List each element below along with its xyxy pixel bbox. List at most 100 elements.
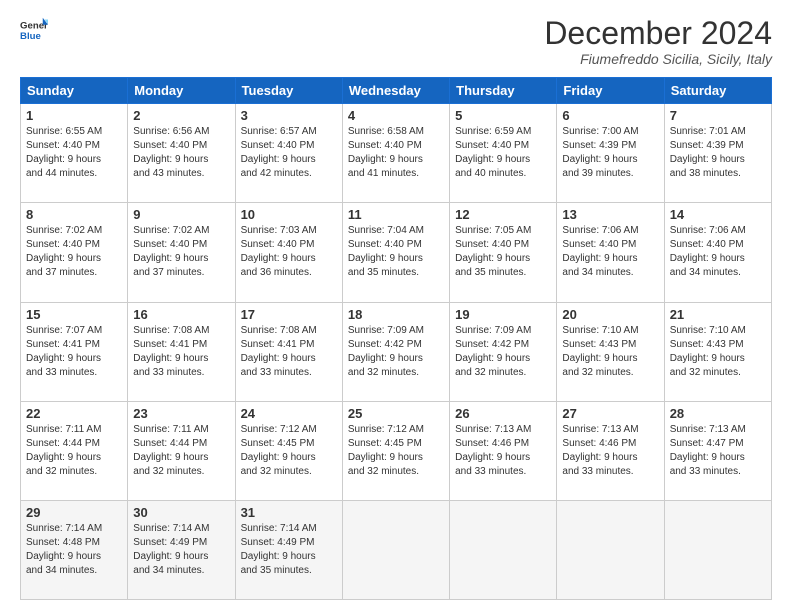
day-info: Sunrise: 7:11 AM Sunset: 4:44 PM Dayligh…	[26, 423, 122, 479]
table-row: 15 Sunrise: 7:07 AM Sunset: 4:41 PM Dayli…	[21, 302, 128, 401]
day-number: 1	[26, 108, 122, 123]
day-number: 19	[455, 307, 551, 322]
calendar-table: Sunday Monday Tuesday Wednesday Thursday…	[20, 77, 772, 600]
day-info: Sunrise: 7:13 AM Sunset: 4:46 PM Dayligh…	[455, 423, 551, 479]
table-row: 2Sunrise: 6:56 AM Sunset: 4:40 PM Daylig…	[128, 104, 235, 203]
day-number: 14	[670, 207, 766, 222]
day-number: 3	[241, 108, 337, 123]
day-number: 26	[455, 406, 551, 421]
title-block: December 2024 Fiumefreddo Sicilia, Sicil…	[544, 16, 772, 67]
logo: General Blue	[20, 16, 48, 44]
day-info: Sunrise: 7:13 AM Sunset: 4:46 PM Dayligh…	[562, 423, 658, 479]
page-container: General Blue December 2024 Fiumefreddo S…	[0, 0, 792, 612]
table-row: 5 Sunrise: 6:59 AM Sunset: 4:40 PM Daylig…	[450, 104, 557, 203]
day-info: Sunrise: 7:12 AM Sunset: 4:45 PM Dayligh…	[241, 423, 337, 479]
header-monday: Monday	[128, 78, 235, 104]
day-number: 31	[241, 505, 337, 520]
day-number: 11	[348, 207, 444, 222]
table-row: 11 Sunrise: 7:04 AM Sunset: 4:40 PM Dayli…	[342, 203, 449, 302]
day-info: Sunrise: 7:07 AM Sunset: 4:41 PM Dayligh…	[26, 324, 122, 380]
month-title: December 2024	[544, 16, 772, 51]
svg-text:Blue: Blue	[20, 31, 41, 42]
table-row	[664, 500, 771, 599]
day-info: Sunrise: 7:08 AM Sunset: 4:41 PM Dayligh…	[241, 324, 337, 380]
table-row: 9 Sunrise: 7:02 AM Sunset: 4:40 PM Daylig…	[128, 203, 235, 302]
day-number: 15	[26, 307, 122, 322]
day-info: Sunrise: 7:06 AM Sunset: 4:40 PM Dayligh…	[670, 224, 766, 280]
day-number: 9	[133, 207, 229, 222]
day-info: Sunrise: 7:14 AM Sunset: 4:48 PM Dayligh…	[26, 522, 122, 578]
day-number: 13	[562, 207, 658, 222]
day-info: Sunrise: 7:14 AM Sunset: 4:49 PM Dayligh…	[133, 522, 229, 578]
table-row: 26 Sunrise: 7:13 AM Sunset: 4:46 PM Dayli…	[450, 401, 557, 500]
day-info: Sunrise: 7:01 AM Sunset: 4:39 PM Dayligh…	[670, 125, 766, 181]
table-row: 4 Sunrise: 6:58 AM Sunset: 4:40 PM Daylig…	[342, 104, 449, 203]
day-info: Sunrise: 6:55 AM Sunset: 4:40 PM Dayligh…	[26, 125, 122, 181]
day-info: Sunrise: 7:10 AM Sunset: 4:43 PM Dayligh…	[562, 324, 658, 380]
day-number: 16	[133, 307, 229, 322]
table-row: 23Sunrise: 7:11 AM Sunset: 4:44 PM Dayli…	[128, 401, 235, 500]
table-row: 24 Sunrise: 7:12 AM Sunset: 4:45 PM Dayli…	[235, 401, 342, 500]
day-number: 10	[241, 207, 337, 222]
table-row: 6 Sunrise: 7:00 AM Sunset: 4:39 PM Daylig…	[557, 104, 664, 203]
table-row: 20 Sunrise: 7:10 AM Sunset: 4:43 PM Dayli…	[557, 302, 664, 401]
table-row: 18Sunrise: 7:09 AM Sunset: 4:42 PM Dayli…	[342, 302, 449, 401]
day-number: 28	[670, 406, 766, 421]
table-row: 13Sunrise: 7:06 AM Sunset: 4:40 PM Dayli…	[557, 203, 664, 302]
day-info: Sunrise: 7:12 AM Sunset: 4:45 PM Dayligh…	[348, 423, 444, 479]
day-info: Sunrise: 7:13 AM Sunset: 4:47 PM Dayligh…	[670, 423, 766, 479]
day-info: Sunrise: 7:03 AM Sunset: 4:40 PM Dayligh…	[241, 224, 337, 280]
page-header: General Blue December 2024 Fiumefreddo S…	[20, 16, 772, 67]
day-number: 5	[455, 108, 551, 123]
header-saturday: Saturday	[664, 78, 771, 104]
day-number: 30	[133, 505, 229, 520]
header-sunday: Sunday	[21, 78, 128, 104]
table-row: 21Sunrise: 7:10 AM Sunset: 4:43 PM Dayli…	[664, 302, 771, 401]
table-row: 28 Sunrise: 7:13 AM Sunset: 4:47 PM Dayli…	[664, 401, 771, 500]
day-info: Sunrise: 6:57 AM Sunset: 4:40 PM Dayligh…	[241, 125, 337, 181]
table-row: 27Sunrise: 7:13 AM Sunset: 4:46 PM Dayli…	[557, 401, 664, 500]
table-row: 8Sunrise: 7:02 AM Sunset: 4:40 PM Daylig…	[21, 203, 128, 302]
day-info: Sunrise: 7:05 AM Sunset: 4:40 PM Dayligh…	[455, 224, 551, 280]
day-number: 25	[348, 406, 444, 421]
day-number: 21	[670, 307, 766, 322]
day-info: Sunrise: 6:59 AM Sunset: 4:40 PM Dayligh…	[455, 125, 551, 181]
calendar-week-row: 1 Sunrise: 6:55 AM Sunset: 4:40 PM Daylig…	[21, 104, 772, 203]
day-info: Sunrise: 7:04 AM Sunset: 4:40 PM Dayligh…	[348, 224, 444, 280]
table-row: 14 Sunrise: 7:06 AM Sunset: 4:40 PM Dayli…	[664, 203, 771, 302]
table-row: 7 Sunrise: 7:01 AM Sunset: 4:39 PM Daylig…	[664, 104, 771, 203]
day-number: 6	[562, 108, 658, 123]
day-number: 7	[670, 108, 766, 123]
day-info: Sunrise: 7:14 AM Sunset: 4:49 PM Dayligh…	[241, 522, 337, 578]
calendar-week-row: 22 Sunrise: 7:11 AM Sunset: 4:44 PM Dayli…	[21, 401, 772, 500]
day-number: 20	[562, 307, 658, 322]
table-row: 22 Sunrise: 7:11 AM Sunset: 4:44 PM Dayli…	[21, 401, 128, 500]
header-friday: Friday	[557, 78, 664, 104]
day-info: Sunrise: 7:09 AM Sunset: 4:42 PM Dayligh…	[455, 324, 551, 380]
table-row: 19 Sunrise: 7:09 AM Sunset: 4:42 PM Dayli…	[450, 302, 557, 401]
table-row	[450, 500, 557, 599]
table-row: 16Sunrise: 7:08 AM Sunset: 4:41 PM Dayli…	[128, 302, 235, 401]
day-info: Sunrise: 7:00 AM Sunset: 4:39 PM Dayligh…	[562, 125, 658, 181]
weekday-header-row: Sunday Monday Tuesday Wednesday Thursday…	[21, 78, 772, 104]
table-row: 30 Sunrise: 7:14 AM Sunset: 4:49 PM Dayli…	[128, 500, 235, 599]
day-number: 24	[241, 406, 337, 421]
table-row: 25 Sunrise: 7:12 AM Sunset: 4:45 PM Dayli…	[342, 401, 449, 500]
calendar-week-row: 8Sunrise: 7:02 AM Sunset: 4:40 PM Daylig…	[21, 203, 772, 302]
day-number: 4	[348, 108, 444, 123]
day-number: 12	[455, 207, 551, 222]
day-number: 18	[348, 307, 444, 322]
location: Fiumefreddo Sicilia, Sicily, Italy	[544, 51, 772, 67]
table-row: 1 Sunrise: 6:55 AM Sunset: 4:40 PM Daylig…	[21, 104, 128, 203]
logo-icon: General Blue	[20, 16, 48, 44]
day-number: 23	[133, 406, 229, 421]
day-info: Sunrise: 7:02 AM Sunset: 4:40 PM Dayligh…	[133, 224, 229, 280]
day-number: 29	[26, 505, 122, 520]
day-info: Sunrise: 6:58 AM Sunset: 4:40 PM Dayligh…	[348, 125, 444, 181]
day-number: 17	[241, 307, 337, 322]
day-number: 22	[26, 406, 122, 421]
table-row	[342, 500, 449, 599]
table-row	[557, 500, 664, 599]
header-thursday: Thursday	[450, 78, 557, 104]
table-row: 17 Sunrise: 7:08 AM Sunset: 4:41 PM Dayli…	[235, 302, 342, 401]
